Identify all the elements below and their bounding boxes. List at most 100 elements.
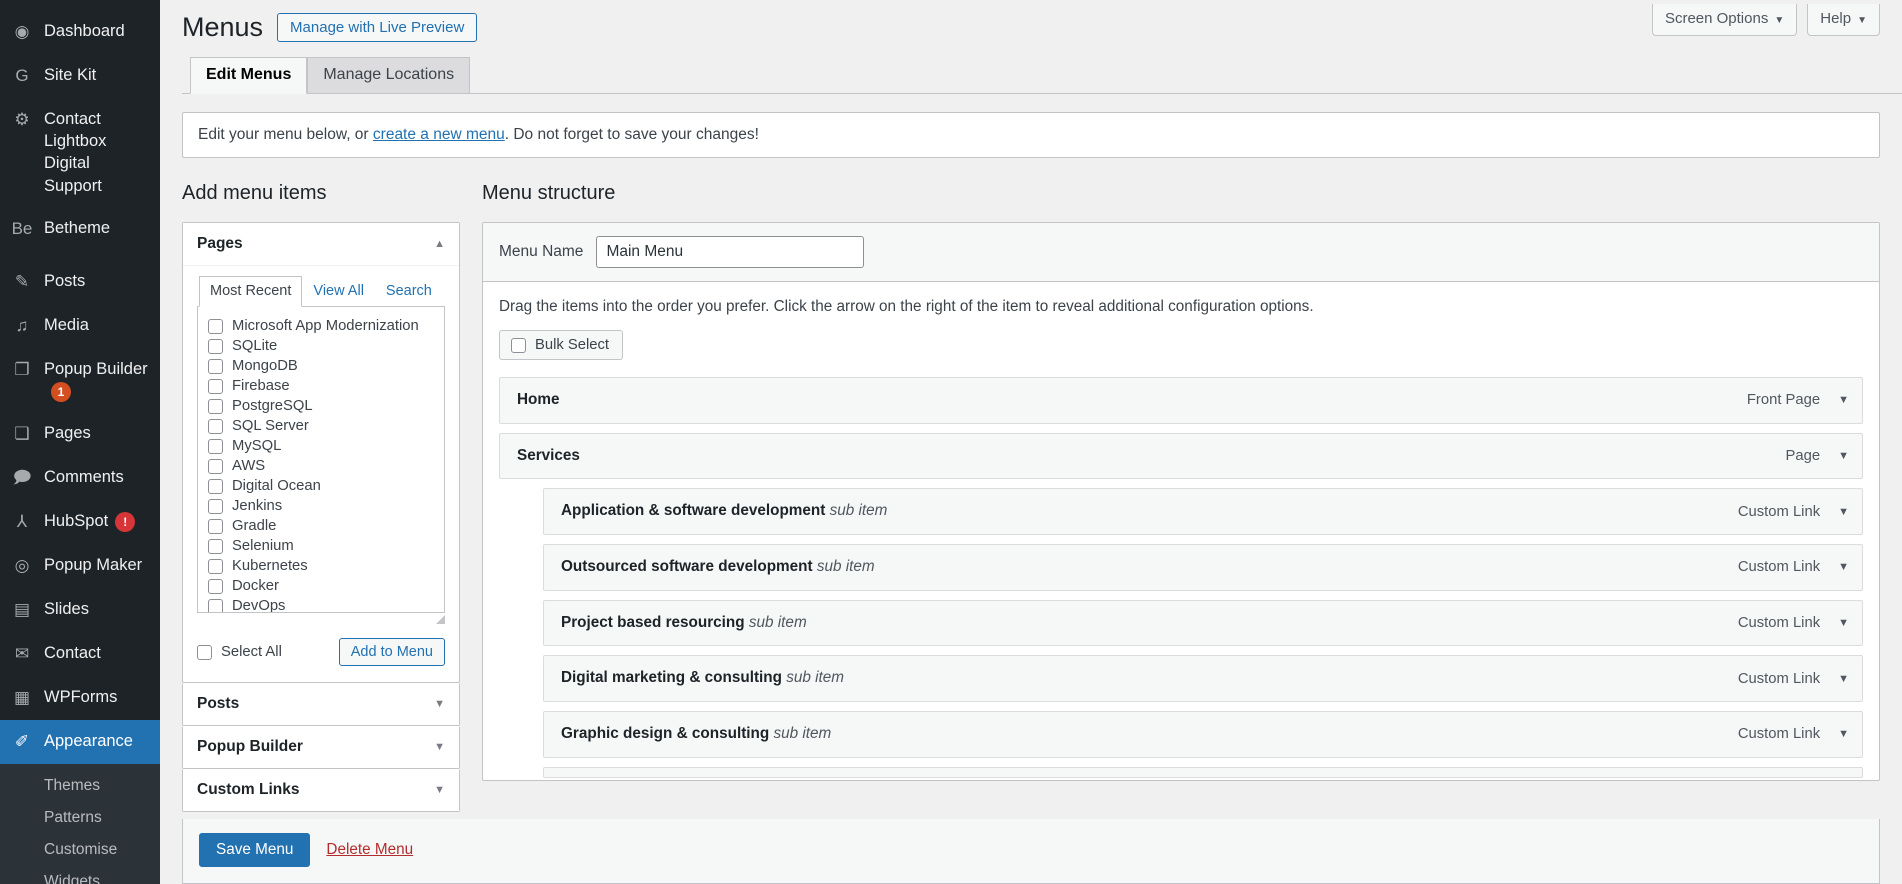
page-checkbox-row[interactable]: Selenium [208, 536, 434, 556]
wpforms-icon: ▦ [0, 686, 44, 710]
sidebar-item-hubspot[interactable]: ⅄HubSpot! [0, 500, 160, 544]
page-checkbox-row[interactable]: Docker [208, 576, 434, 596]
sidebar-item-label: Site Kit [44, 64, 104, 86]
pages-tab-view-all[interactable]: View All [302, 276, 375, 307]
page-label: Kubernetes [232, 558, 308, 574]
sidebar-item-popup-builder[interactable]: ❐Popup Builder1 [0, 348, 160, 413]
menu-item-row[interactable]: Outsourced software development sub item… [543, 544, 1863, 591]
sidebar-item-site-kit[interactable]: GSite Kit [0, 54, 160, 98]
page-checkbox-row[interactable]: DevOps [208, 596, 434, 613]
resize-handle[interactable] [436, 615, 445, 624]
create-new-menu-link[interactable]: create a new menu [373, 126, 505, 143]
sidebar-item-pages[interactable]: ❏Pages [0, 412, 160, 456]
sidebar-menu-top: ◉DashboardGSite Kit⚙Contact Lightbox Dig… [0, 0, 160, 720]
tab-manage-locations[interactable]: Manage Locations [307, 57, 470, 94]
page-checkbox[interactable] [208, 359, 223, 374]
page-checkbox-row[interactable]: MySQL [208, 436, 434, 456]
delete-menu-link[interactable]: Delete Menu [326, 841, 413, 859]
page-checkbox-row[interactable]: Firebase [208, 376, 434, 396]
chevron-down-icon[interactable]: ▼ [1838, 394, 1849, 406]
page-checkbox[interactable] [208, 459, 223, 474]
sidebar-item-contact[interactable]: ✉Contact [0, 632, 160, 676]
select-all-checkbox[interactable] [197, 645, 212, 660]
page-checkbox[interactable] [208, 399, 223, 414]
page-checkbox[interactable] [208, 559, 223, 574]
accordion-pages: Pages ▲ Most RecentView AllSearch Micros… [182, 222, 460, 683]
sidebar-item-comments[interactable]: 🗩Comments [0, 456, 160, 500]
chevron-down-icon: ▼ [1774, 15, 1784, 26]
chevron-down-icon[interactable]: ▼ [1838, 617, 1849, 629]
sidebar-subitem-widgets[interactable]: Widgets [0, 866, 160, 884]
page-checkbox[interactable] [208, 319, 223, 334]
menu-item-row[interactable]: Graphic design & consulting sub itemCust… [543, 711, 1863, 758]
accordion-posts-header[interactable]: Posts ▼ [183, 683, 459, 725]
page-checkbox[interactable] [208, 379, 223, 394]
menu-item-row-partial[interactable] [543, 767, 1863, 778]
page-checkbox-row[interactable]: Microsoft App Modernization [208, 316, 434, 336]
page-checkbox-row[interactable]: Jenkins [208, 496, 434, 516]
page-checkbox-row[interactable]: MongoDB [208, 356, 434, 376]
chevron-down-icon[interactable]: ▼ [1838, 450, 1849, 462]
page-checkbox-row[interactable]: Digital Ocean [208, 476, 434, 496]
add-to-menu-button[interactable]: Add to Menu [339, 638, 445, 666]
page-checkbox[interactable] [208, 539, 223, 554]
chevron-down-icon[interactable]: ▼ [1838, 561, 1849, 573]
sidebar-subitem-themes[interactable]: Themes [0, 770, 160, 802]
page-checkbox[interactable] [208, 519, 223, 534]
pages-tab-search[interactable]: Search [375, 276, 443, 307]
bulk-select-control[interactable]: Bulk Select [499, 330, 623, 360]
page-checkbox[interactable] [208, 479, 223, 494]
add-menu-items-heading: Add menu items [182, 180, 460, 206]
page-checkbox-row[interactable]: Kubernetes [208, 556, 434, 576]
bulk-select-checkbox[interactable] [511, 338, 526, 353]
sidebar-item-media[interactable]: ♫Media [0, 304, 160, 348]
menu-item-row[interactable]: HomeFront Page▼ [499, 377, 1863, 424]
menu-item-row[interactable]: Digital marketing & consulting sub itemC… [543, 655, 1863, 702]
page-checkbox-row[interactable]: AWS [208, 456, 434, 476]
menu-item-title: Project based resourcing [561, 614, 745, 631]
menu-item-row[interactable]: ServicesPage▼ [499, 433, 1863, 480]
menu-name-input[interactable] [596, 236, 864, 268]
accordion-popup-builder-header[interactable]: Popup Builder ▼ [183, 726, 459, 768]
sidebar-subitem-patterns[interactable]: Patterns [0, 802, 160, 834]
tab-edit-menus[interactable]: Edit Menus [190, 57, 307, 94]
sidebar-item-popup-maker[interactable]: ◎Popup Maker [0, 544, 160, 588]
chevron-down-icon: ▼ [1857, 15, 1867, 26]
sidebar-item-label: Media [44, 314, 97, 336]
page-checkbox[interactable] [208, 499, 223, 514]
page-checkbox-row[interactable]: SQL Server [208, 416, 434, 436]
manage-with-live-preview-button[interactable]: Manage with Live Preview [277, 13, 477, 42]
menu-item-title-wrap: Application & software development sub i… [561, 501, 887, 522]
sidebar-item-posts[interactable]: ✎Posts [0, 260, 160, 304]
sidebar-item-betheme[interactable]: BeBetheme [0, 207, 160, 251]
page-checkbox[interactable] [208, 599, 223, 614]
page-checkbox[interactable] [208, 419, 223, 434]
menu-structure-box: Menu Name Drag the items into the order … [482, 222, 1880, 780]
accordion-pages-header[interactable]: Pages ▲ [183, 223, 459, 266]
sidebar-item-contact-lightbox-digital-support[interactable]: ⚙Contact Lightbox Digital Support [0, 98, 160, 207]
select-all-control[interactable]: Select All [197, 644, 282, 660]
page-checkbox-row[interactable]: SQLite [208, 336, 434, 356]
sidebar-item-wpforms[interactable]: ▦WPForms [0, 676, 160, 720]
page-checkbox-row[interactable]: PostgreSQL [208, 396, 434, 416]
sidebar-subitem-customise[interactable]: Customise [0, 834, 160, 866]
chevron-down-icon[interactable]: ▼ [1838, 673, 1849, 685]
menu-item-title: Application & software development [561, 502, 825, 519]
chevron-down-icon[interactable]: ▼ [1838, 506, 1849, 518]
accordion-custom-links-header[interactable]: Custom Links ▼ [183, 769, 459, 811]
pages-tab-most-recent[interactable]: Most Recent [199, 276, 302, 307]
menu-item-row[interactable]: Application & software development sub i… [543, 488, 1863, 535]
sidebar-item-label: WPForms [44, 686, 125, 708]
page-checkbox-row[interactable]: Gradle [208, 516, 434, 536]
page-checkbox[interactable] [208, 439, 223, 454]
sidebar-item-appearance[interactable]: ✐ Appearance [0, 720, 160, 764]
save-menu-button[interactable]: Save Menu [199, 833, 310, 867]
page-checkbox[interactable] [208, 339, 223, 354]
screen-options-button[interactable]: Screen Options▼ [1652, 4, 1797, 36]
menu-item-row[interactable]: Project based resourcing sub itemCustom … [543, 600, 1863, 647]
page-checkbox[interactable] [208, 579, 223, 594]
help-button[interactable]: Help▼ [1807, 4, 1880, 36]
sidebar-item-dashboard[interactable]: ◉Dashboard [0, 10, 160, 54]
chevron-down-icon[interactable]: ▼ [1838, 728, 1849, 740]
sidebar-item-slides[interactable]: ▤Slides [0, 588, 160, 632]
